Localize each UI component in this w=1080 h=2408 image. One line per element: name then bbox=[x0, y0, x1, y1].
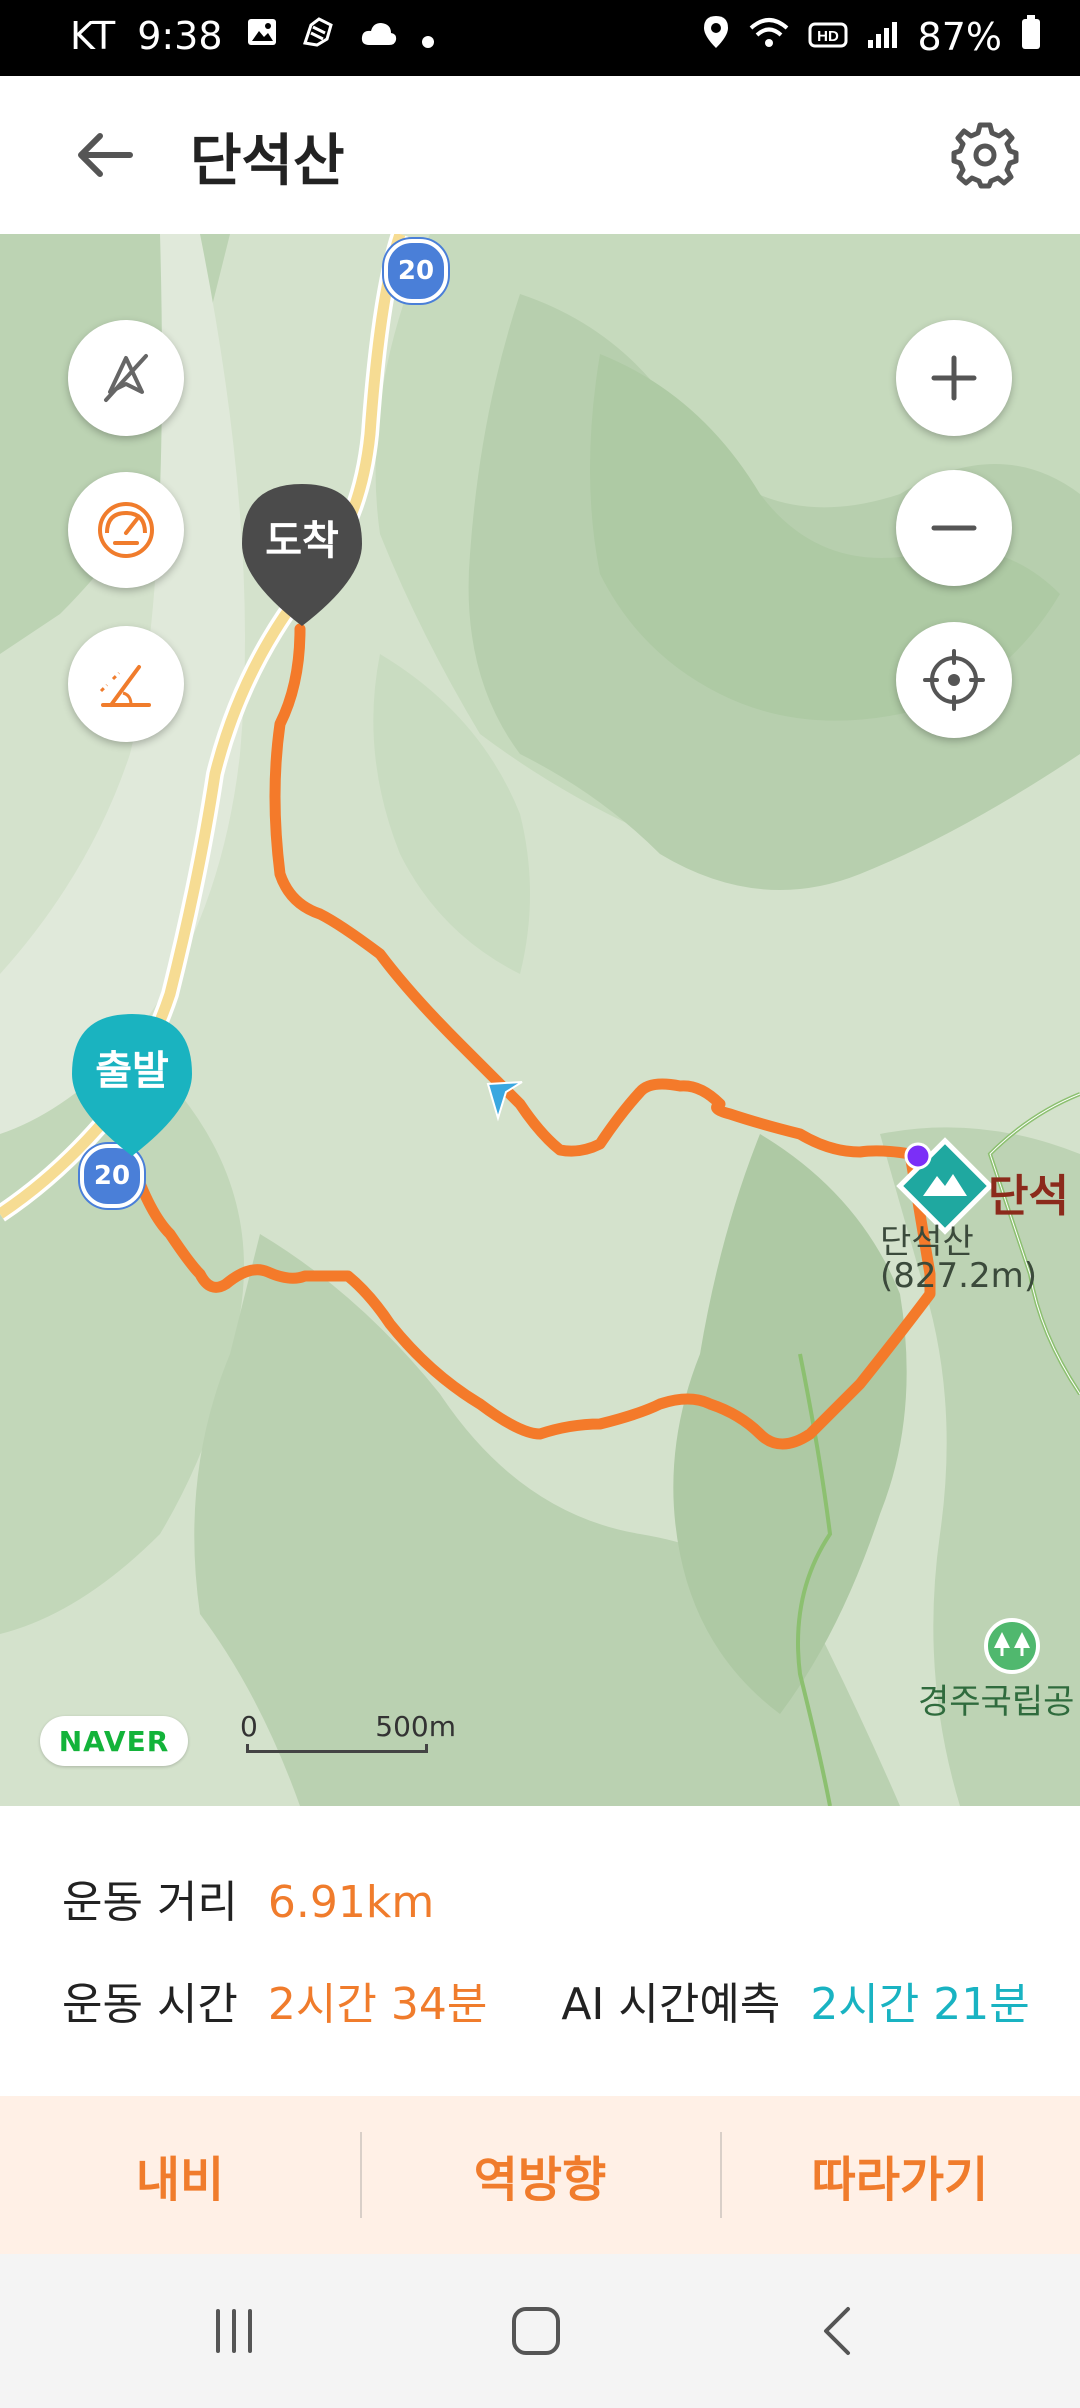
settings-button[interactable] bbox=[950, 120, 1020, 190]
arrow-left-icon bbox=[78, 133, 133, 177]
svg-text:HD: HD bbox=[817, 28, 839, 45]
reverse-button[interactable]: 역방향 bbox=[360, 2096, 720, 2254]
my-location-button[interactable] bbox=[896, 622, 1012, 738]
distance-label: 운동 거리 bbox=[62, 1877, 238, 1928]
end-pin-label: 도착 bbox=[265, 518, 339, 564]
park-icon bbox=[984, 1618, 1040, 1674]
battery-percent: 87% bbox=[917, 14, 1002, 59]
time-label: 운동 시간 bbox=[62, 1979, 238, 2030]
gear-icon bbox=[951, 122, 1019, 189]
shoe-icon bbox=[301, 14, 337, 58]
ai-estimate-value: 2시간 21분 bbox=[810, 1979, 1030, 2030]
elevation-button[interactable] bbox=[68, 626, 184, 742]
scale-bar bbox=[246, 1744, 428, 1753]
location-icon bbox=[702, 14, 730, 59]
navi-button[interactable]: 내비 bbox=[0, 2096, 360, 2254]
zoom-out-button[interactable] bbox=[896, 470, 1012, 586]
compass-off-button[interactable] bbox=[68, 320, 184, 436]
scale-start: 0 bbox=[240, 1710, 258, 1743]
signal-icon bbox=[866, 15, 900, 59]
distance-value: 6.91km bbox=[267, 1877, 435, 1928]
peak-elevation: (827.2m) bbox=[880, 1256, 1037, 1296]
battery-icon bbox=[1020, 14, 1042, 59]
clock: 9:38 bbox=[137, 14, 223, 58]
ai-estimate-label: AI 시간예측 bbox=[561, 1979, 781, 2030]
zoom-in-button[interactable] bbox=[896, 320, 1012, 436]
hd-voice-icon: HD bbox=[808, 15, 848, 59]
start-pin-label: 출발 bbox=[95, 1048, 169, 1094]
status-bar: KT 9:38 HD 87% bbox=[0, 0, 1080, 76]
page-title: 단석산 bbox=[190, 129, 345, 194]
compass-off-icon bbox=[104, 354, 148, 402]
system-nav-bar bbox=[0, 2254, 1080, 2408]
map-scale: 0 500m bbox=[240, 1710, 456, 1754]
back-button[interactable] bbox=[70, 120, 140, 190]
home-icon bbox=[512, 2307, 560, 2355]
map-view[interactable]: 20 20 도착 출발 단석 단석산 (827.2m) 경주국립공 NAVER … bbox=[0, 234, 1080, 1806]
peak-name: 단석 bbox=[988, 1171, 1069, 1222]
recents-button[interactable] bbox=[134, 2254, 334, 2408]
poi-dot bbox=[904, 1142, 932, 1170]
park-label: 경주국립공 bbox=[918, 1682, 1075, 1722]
system-back-button[interactable] bbox=[738, 2254, 938, 2408]
recents-icon bbox=[216, 2309, 252, 2353]
naver-logo: NAVER bbox=[40, 1716, 188, 1766]
start-pin[interactable]: 출발 bbox=[68, 1010, 196, 1164]
action-bar: 내비 역방향 따라가기 bbox=[0, 2096, 1080, 2254]
cloud-icon bbox=[359, 14, 399, 58]
time-row: 운동 시간 2시간 34분 AI 시간예측 2시간 21분 bbox=[62, 1968, 1030, 2032]
gallery-icon bbox=[245, 14, 279, 58]
crosshair-icon bbox=[923, 649, 985, 711]
plus-icon bbox=[931, 355, 977, 401]
speedometer-button[interactable] bbox=[68, 472, 184, 588]
follow-button[interactable]: 따라가기 bbox=[720, 2096, 1080, 2254]
time-value: 2시간 34분 bbox=[267, 1979, 488, 2030]
distance-row: 운동 거리 6.91km bbox=[62, 1866, 434, 1930]
end-pin[interactable]: 도착 bbox=[238, 480, 366, 634]
carrier-label: KT bbox=[70, 14, 116, 58]
route-20-badge-top: 20 bbox=[384, 239, 448, 303]
notification-dot-icon bbox=[421, 14, 435, 58]
wifi-icon bbox=[748, 15, 790, 59]
minus-icon bbox=[931, 525, 977, 531]
chevron-left-icon bbox=[824, 2307, 850, 2355]
home-button[interactable] bbox=[436, 2254, 636, 2408]
slope-icon bbox=[99, 665, 151, 707]
scale-end: 500m bbox=[375, 1710, 456, 1743]
speedometer-icon bbox=[98, 502, 154, 558]
app-bar: 단석산 bbox=[0, 76, 1080, 234]
stats-panel: 운동 거리 6.91km 운동 시간 2시간 34분 AI 시간예측 2시간 21분 bbox=[0, 1806, 1080, 2096]
